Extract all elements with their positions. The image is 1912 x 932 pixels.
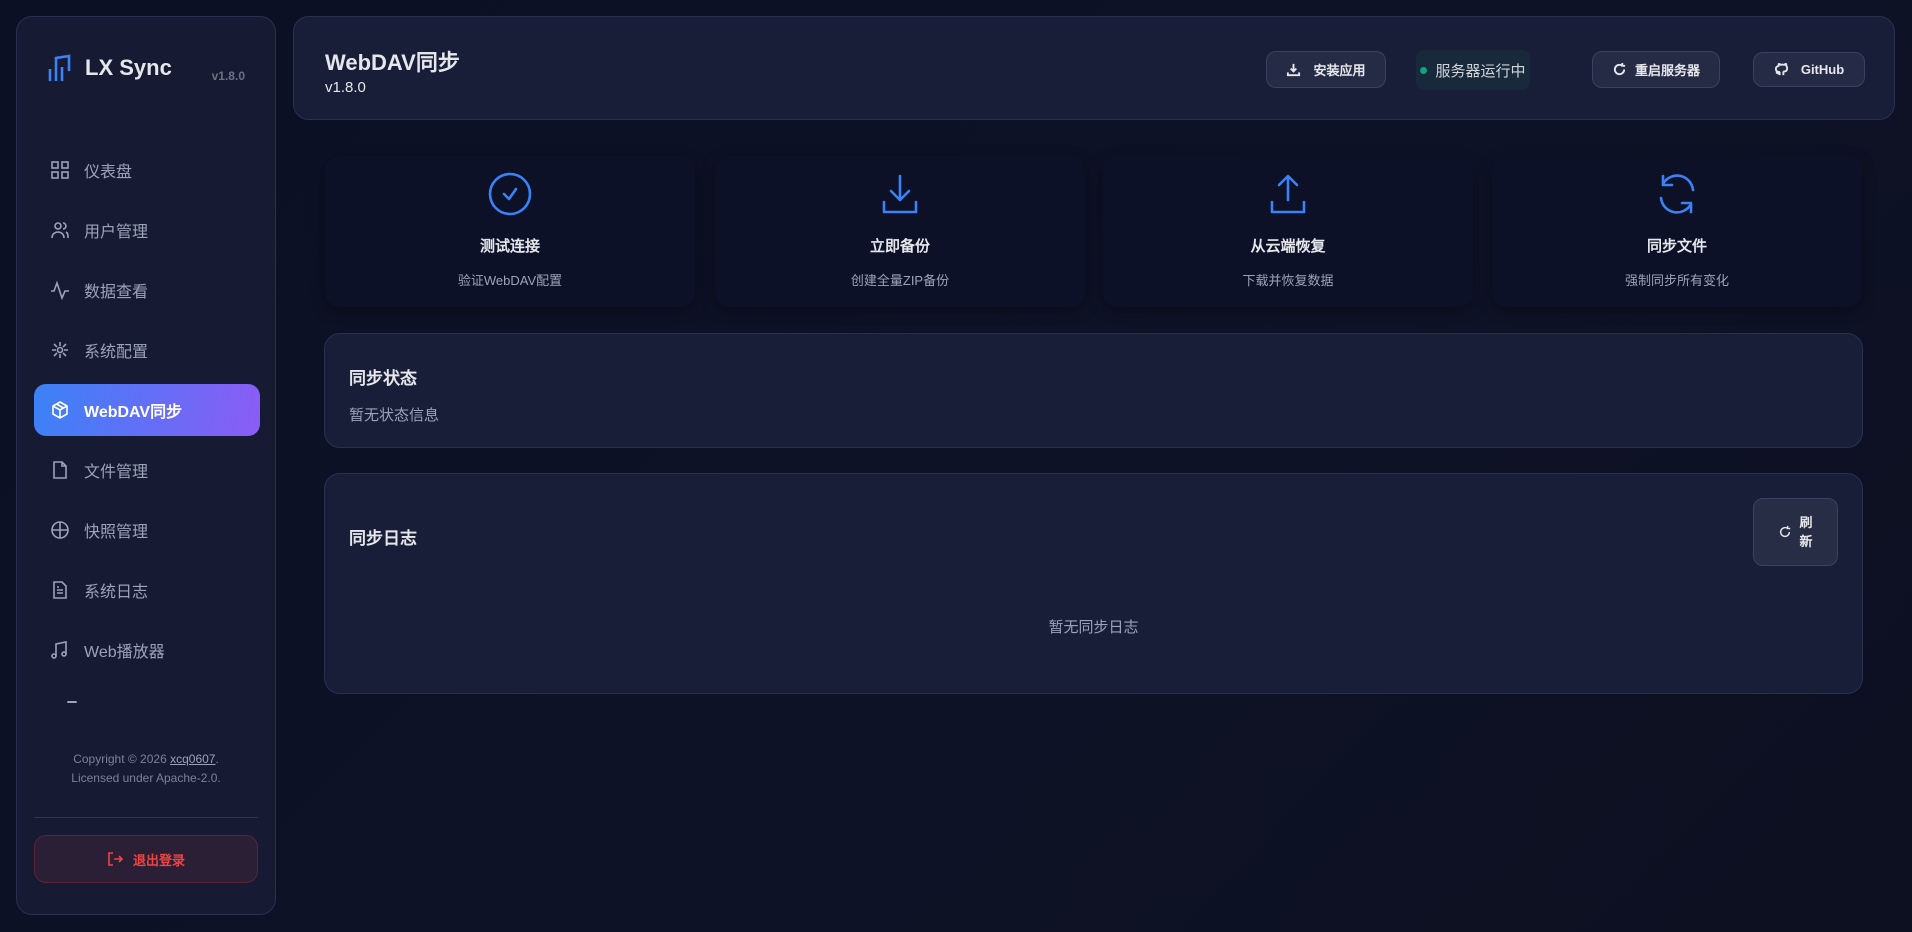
page-version: v1.8.0 — [325, 79, 366, 96]
sync-log-panel: 同步日志 刷新 暂无同步日志 — [324, 473, 1863, 694]
users-icon — [51, 222, 69, 239]
logout-button[interactable]: 退出登录 — [34, 835, 258, 883]
sidebar-item-label: 系统配置 — [84, 344, 149, 361]
sidebar-item-label: Web播放器 — [84, 644, 165, 661]
check-circle-icon — [488, 172, 532, 216]
restore-from-cloud-card[interactable]: 从云端恢复下载并恢复数据 — [1103, 156, 1473, 307]
sync-log-empty: 暂无同步日志 — [1048, 619, 1139, 636]
copyright-suffix: . — [215, 752, 219, 766]
action-desc: 创建全量ZIP备份 — [850, 273, 950, 288]
refresh-label: 刷新 — [1800, 513, 1814, 551]
sidebar-item-webdav[interactable]: WebDAV同步 — [34, 384, 260, 436]
sidebar-item-label: 文件管理 — [84, 464, 149, 481]
github-button[interactable]: GitHub — [1753, 52, 1865, 87]
app-name: LX Sync — [85, 55, 172, 80]
sync-files-card[interactable]: 同步文件强制同步所有变化 — [1492, 156, 1862, 307]
status-dot — [1420, 66, 1428, 74]
install-app-label: 安装应用 — [1313, 63, 1366, 78]
author-link[interactable]: xcq0607 — [170, 752, 215, 766]
sidebar-item-settings[interactable]: 系统配置 — [34, 324, 260, 376]
sidebar-item-label: 仪表盘 — [84, 164, 133, 181]
refresh-icon — [1779, 525, 1790, 538]
sidebar-item-files[interactable]: 文件管理 — [34, 444, 260, 496]
sidebar-item-data[interactable]: 数据查看 — [34, 264, 260, 316]
sidebar-item-logs[interactable]: 系统日志 — [34, 564, 260, 616]
sidebar: LX Sync v1.8.0 仪表盘 用户管理 数据查看 系统配置 WebDAV… — [16, 16, 276, 915]
sidebar-item-label: 用户管理 — [84, 224, 149, 241]
snapshot-icon — [51, 521, 69, 539]
page-title: WebDAV同步 — [325, 50, 460, 75]
music-icon — [51, 641, 67, 659]
action-title: 同步文件 — [1646, 238, 1707, 255]
restart-label: 重启服务器 — [1634, 63, 1700, 78]
github-icon — [1774, 62, 1788, 76]
action-desc: 下载并恢复数据 — [1242, 273, 1334, 288]
grid-icon — [51, 161, 69, 179]
restart-server-button[interactable]: 重启服务器 — [1592, 51, 1720, 88]
log-icon — [53, 581, 67, 599]
sidebar-item-label: 快照管理 — [84, 524, 149, 541]
sidebar-nav: 仪表盘 用户管理 数据查看 系统配置 WebDAV同步 文件管理 快照管理 系统… — [34, 144, 260, 684]
github-label: GitHub — [1800, 62, 1845, 77]
page-header: WebDAV同步 v1.8.0 安装应用 服务器运行中 重启服务器 GitHub — [293, 16, 1895, 120]
sidebar-item-player[interactable]: Web播放器 — [34, 624, 260, 676]
refresh-icon — [1613, 62, 1626, 76]
file-icon — [53, 461, 67, 479]
download-icon — [882, 174, 918, 214]
nav-scroll-overflow-hint — [67, 701, 77, 703]
sidebar-item-users[interactable]: 用户管理 — [34, 204, 260, 256]
sidebar-item-dashboard[interactable]: 仪表盘 — [34, 144, 260, 196]
sidebar-item-snapshots[interactable]: 快照管理 — [34, 504, 260, 556]
settings-icon — [52, 342, 68, 358]
license-text: Licensed under Apache-2.0. — [71, 771, 221, 785]
logout-label: 退出登录 — [132, 852, 185, 868]
refresh-label-line2: 新 — [1799, 534, 1813, 549]
logo-icon — [48, 54, 71, 81]
action-desc: 强制同步所有变化 — [1624, 273, 1729, 288]
copyright: Copyright © 2026 xcq0607. Licensed under… — [17, 750, 275, 788]
status-label: 服务器运行中 — [1435, 62, 1526, 80]
install-app-button[interactable]: 安装应用 — [1266, 51, 1386, 88]
action-title: 从云端恢复 — [1250, 238, 1326, 255]
sync-status-panel: 同步状态 暂无状态信息 — [324, 333, 1863, 448]
sidebar-item-label: 系统日志 — [84, 584, 149, 601]
sidebar-item-label: WebDAV同步 — [84, 404, 183, 421]
action-title: 立即备份 — [869, 238, 930, 255]
sync-icon — [1659, 174, 1695, 214]
logo[interactable]: LX Sync — [47, 53, 172, 83]
upload-icon — [1270, 174, 1306, 214]
action-desc: 验证WebDAV配置 — [457, 273, 563, 288]
sync-status-empty: 暂无状态信息 — [349, 407, 440, 424]
sync-log-title: 同步日志 — [349, 529, 417, 548]
sync-status-title: 同步状态 — [349, 369, 417, 388]
logout-icon — [108, 852, 123, 866]
copyright-text: Copyright © 2026 — [73, 752, 171, 766]
activity-icon — [51, 280, 69, 300]
download-icon — [1287, 63, 1301, 77]
sidebar-item-label: 数据查看 — [84, 284, 149, 301]
app-version: v1.8.0 — [211, 69, 245, 83]
action-title: 测试连接 — [479, 238, 540, 255]
refresh-label-line1: 刷 — [1799, 515, 1813, 530]
test-connection-card[interactable]: 测试连接验证WebDAV配置 — [325, 156, 695, 307]
server-status-badge: 服务器运行中 — [1416, 50, 1530, 90]
backup-now-card[interactable]: 立即备份创建全量ZIP备份 — [715, 156, 1085, 307]
divider — [34, 817, 258, 818]
refresh-log-button[interactable]: 刷新 — [1753, 498, 1838, 566]
box-icon — [52, 401, 68, 419]
